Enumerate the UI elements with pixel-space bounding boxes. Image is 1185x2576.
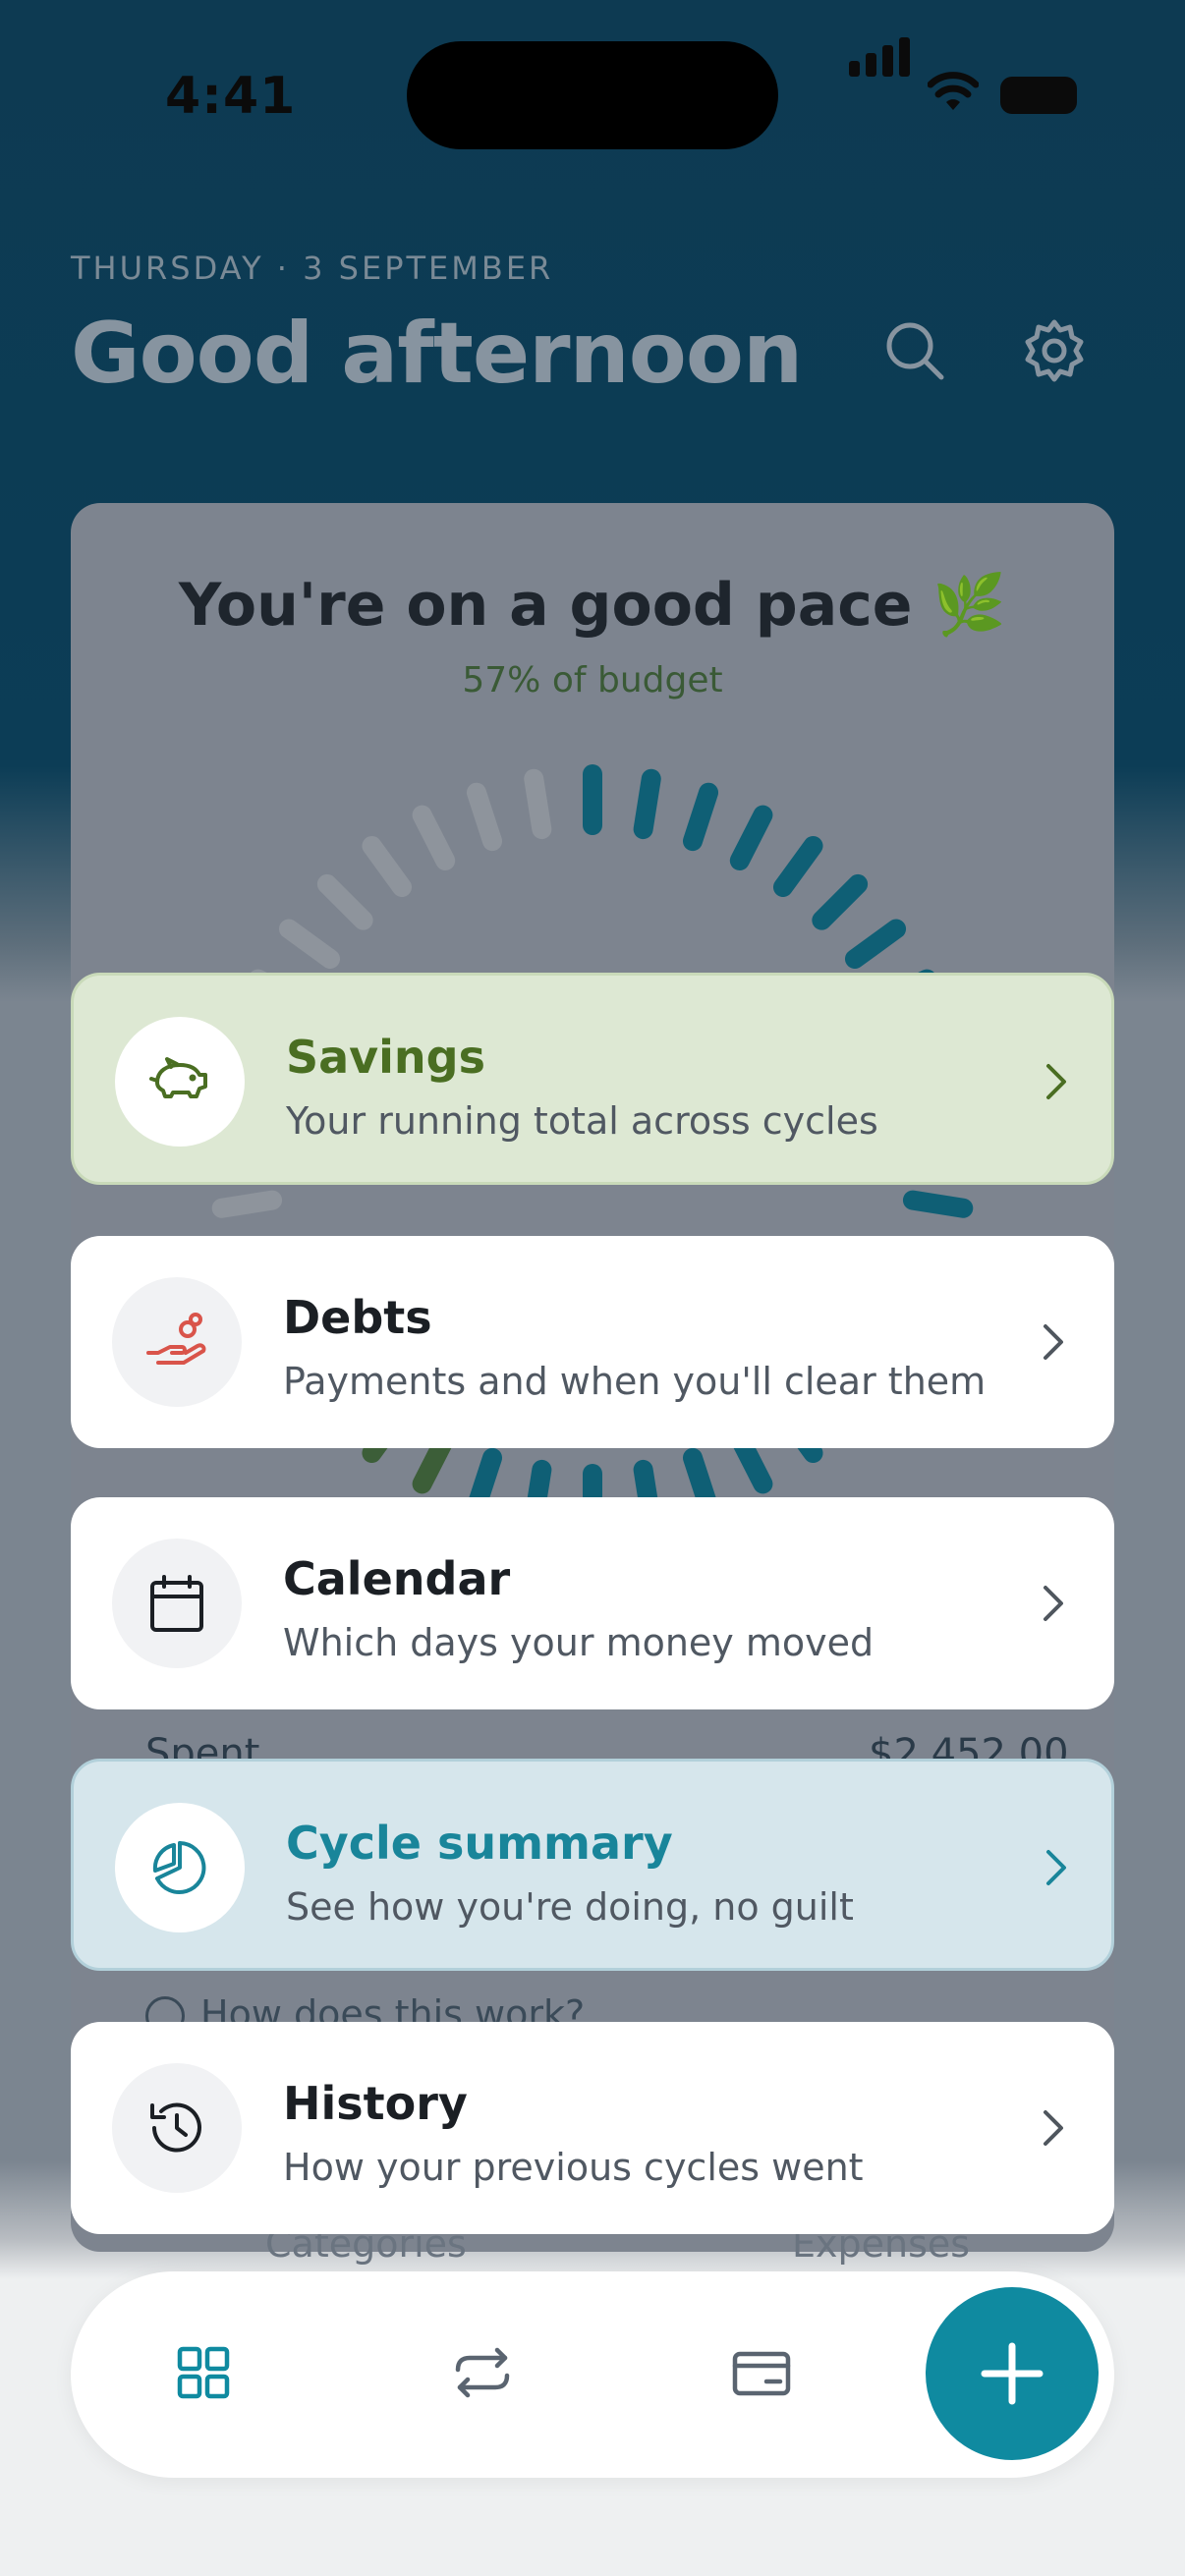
savings-card[interactable]: Savings Your running total across cycles	[71, 973, 1114, 1185]
history-title: History	[283, 2077, 468, 2130]
ring-segment	[633, 768, 661, 840]
debts-subtitle: Payments and when you'll clear them	[283, 1360, 987, 1403]
ring-segment	[278, 919, 341, 970]
chevron-right-icon	[1044, 1324, 1063, 1360]
ring-segment	[772, 835, 823, 898]
calendar-subtitle: Which days your money moved	[283, 1621, 875, 1664]
cycle-summary-title: Cycle summary	[286, 1817, 673, 1870]
ring-segment	[844, 919, 907, 970]
ring-segment	[412, 805, 456, 870]
calendar-title: Calendar	[283, 1552, 511, 1605]
plus-icon	[981, 2342, 1044, 2405]
piggy-bank-icon	[115, 1017, 245, 1147]
history-subtitle: How your previous cycles went	[283, 2146, 864, 2189]
debts-title: Debts	[283, 1291, 432, 1344]
calendar-icon	[112, 1539, 242, 1668]
dashboard-icon[interactable]	[171, 2340, 236, 2405]
chevron-right-icon	[1044, 1586, 1063, 1621]
ring-segment	[902, 1190, 974, 1218]
ring-segment	[466, 782, 503, 852]
ring-segment	[812, 873, 869, 930]
card-icon[interactable]	[729, 2340, 794, 2405]
ring-segment	[729, 805, 773, 870]
cycle-summary-card[interactable]: Cycle summary See how you're doing, no g…	[71, 1759, 1114, 1971]
repeat-icon[interactable]	[450, 2340, 515, 2405]
calendar-card[interactable]: Calendar Which days your money moved	[71, 1497, 1114, 1709]
ring-segment	[682, 782, 719, 852]
hand-coins-icon	[112, 1277, 242, 1407]
history-icon	[112, 2063, 242, 2193]
ring-segment	[362, 835, 413, 898]
ring-segment	[211, 1190, 283, 1218]
savings-subtitle: Your running total across cycles	[286, 1099, 878, 1143]
chevron-right-icon	[1046, 1064, 1066, 1099]
pie-chart-icon	[115, 1803, 245, 1932]
debts-card[interactable]: Debts Payments and when you'll clear the…	[71, 1236, 1114, 1448]
savings-title: Savings	[286, 1031, 485, 1084]
chevron-right-icon	[1044, 2110, 1063, 2146]
ring-segment	[524, 768, 552, 840]
add-button[interactable]	[926, 2287, 1099, 2460]
cycle-summary-subtitle: See how you're doing, no guilt	[286, 1885, 854, 1929]
chevron-right-icon	[1046, 1850, 1066, 1885]
ring-segment	[316, 873, 373, 930]
history-card[interactable]: History How your previous cycles went	[71, 2022, 1114, 2234]
